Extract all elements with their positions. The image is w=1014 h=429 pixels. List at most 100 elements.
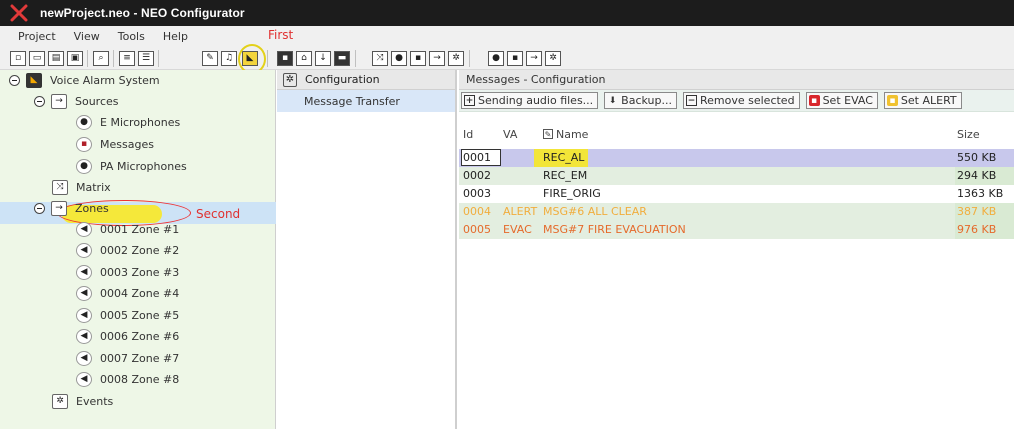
tree-node-zone[interactable]: ◀ 0002 Zone #2	[76, 240, 179, 260]
backup-button[interactable]: ⬇ Backup...	[604, 92, 677, 109]
tree-node-matrix[interactable]: ⤨ Matrix	[52, 177, 111, 197]
column-header-va[interactable]: VA	[503, 128, 517, 141]
table-row[interactable]: 0005 EVAC MSG#7 FIRE EVACUATION 976 KB	[459, 221, 1014, 239]
device-icon[interactable]: ⌂	[296, 51, 312, 66]
microphone-icon[interactable]: ↓	[315, 51, 331, 66]
table-row[interactable]: 0003 FIRE_ORIG 1363 KB	[459, 185, 1014, 203]
cell-id[interactable]: 0001	[461, 149, 501, 166]
tree-node-label: Messages	[100, 137, 154, 151]
message-icon[interactable]: ▪	[410, 51, 426, 66]
tree-node-events[interactable]: ✲ Events	[52, 391, 113, 411]
tree-node-voice-alarm-system[interactable]: ◣ Voice Alarm System	[9, 70, 160, 90]
amplifier-icon[interactable]: ▬	[334, 51, 350, 66]
tree-node-zones[interactable]: → Zones	[34, 198, 109, 218]
configuration-header: ✲ Configuration	[277, 70, 455, 90]
collapse-icon[interactable]	[34, 95, 45, 107]
toolbar-separator	[267, 50, 268, 67]
tree-node-label: PA Microphones	[100, 159, 187, 173]
cell-size: 387 KB	[957, 205, 997, 218]
cell-size: 550 KB	[957, 151, 997, 164]
tree-view-icon[interactable]: ≡	[119, 51, 135, 66]
microphone-icon[interactable]: ●	[391, 51, 407, 66]
tree-node-sources[interactable]: → Sources	[34, 91, 119, 111]
tree-node-zone[interactable]: ◀ 0005 Zone #5	[76, 305, 179, 325]
cell-va: EVAC	[503, 223, 532, 236]
events-icon[interactable]: ✲	[545, 51, 561, 66]
gear-icon: ✲	[283, 72, 297, 87]
tree-node-label: 0007 Zone #7	[100, 351, 180, 365]
alert-message-icon: ▪	[886, 95, 898, 106]
speaker-icon: ◀	[76, 307, 92, 323]
column-header-size[interactable]: Size	[957, 128, 980, 141]
configuration-panel: ✲ Configuration Message Transfer	[277, 70, 457, 429]
save-as-icon[interactable]: ▣	[67, 51, 83, 66]
search-icon[interactable]: ⌕	[93, 51, 109, 66]
menu-bar: Project View Tools Help	[0, 26, 1014, 46]
annotation-second: Second	[196, 207, 241, 221]
toolbar-separator	[87, 50, 88, 67]
zone-output-icon[interactable]: →	[429, 51, 445, 66]
messages-header: Messages - Configuration	[459, 70, 1014, 90]
pencil-icon[interactable]: ✎	[202, 51, 218, 66]
menu-tools[interactable]: Tools	[118, 30, 145, 43]
zone-output-icon[interactable]: →	[526, 51, 542, 66]
tree-node-zone[interactable]: ◀ 0001 Zone #1	[76, 219, 179, 239]
evac-message-icon: ▪	[808, 95, 820, 106]
table-row[interactable]: 0001 REC_AL 550 KB	[459, 149, 1014, 167]
message-icon[interactable]: ▪	[277, 51, 293, 66]
set-evac-button[interactable]: ▪ Set EVAC	[805, 92, 878, 109]
toolbar-separator	[469, 50, 470, 67]
events-icon[interactable]: ✲	[448, 51, 464, 66]
save-icon[interactable]: ▤	[48, 51, 64, 66]
minus-icon: −	[685, 95, 697, 106]
music-note-icon[interactable]: ♫	[221, 51, 237, 66]
cell-name[interactable]: REC_AL	[543, 151, 584, 164]
tree-node-e-microphones[interactable]: ● E Microphones	[76, 112, 180, 132]
menu-view[interactable]: View	[74, 30, 100, 43]
tree-node-zone[interactable]: ◀ 0008 Zone #8	[76, 369, 179, 389]
tree-node-zone[interactable]: ◀ 0007 Zone #7	[76, 348, 179, 368]
tree-node-messages[interactable]: ▪ Messages	[76, 134, 154, 154]
table-row[interactable]: 0004 ALERT MSG#6 ALL CLEAR 387 KB	[459, 203, 1014, 221]
menu-project[interactable]: Project	[18, 30, 56, 43]
microphone-icon[interactable]: ●	[488, 51, 504, 66]
messages-title: Messages - Configuration	[466, 73, 606, 86]
cell-size: 1363 KB	[957, 187, 1004, 200]
cell-size: 976 KB	[957, 223, 997, 236]
cell-id: 0005	[463, 223, 491, 236]
window-title: newProject.neo - NEO Configurator	[40, 6, 245, 20]
open-folder-icon[interactable]: ▭	[29, 51, 45, 66]
tree-node-label: 0004 Zone #4	[100, 286, 180, 300]
speaker-icon: ◀	[76, 264, 92, 280]
new-file-icon[interactable]: ▫	[10, 51, 26, 66]
list-view-icon[interactable]: ☰	[138, 51, 154, 66]
column-header-name[interactable]: ✎ Name	[543, 128, 588, 141]
sending-audio-files-button[interactable]: + Sending audio files...	[461, 92, 599, 109]
matrix-icon[interactable]: ⤨	[372, 51, 388, 66]
cell-name[interactable]: FIRE_ORIG	[543, 187, 601, 200]
tree-node-label: 0001 Zone #1	[100, 222, 180, 236]
collapse-icon[interactable]	[9, 74, 20, 86]
cell-name[interactable]: REC_EM	[543, 169, 587, 182]
microphone-icon: ●	[76, 114, 92, 130]
column-header-id[interactable]: Id	[463, 128, 473, 141]
cell-name[interactable]: MSG#6 ALL CLEAR	[543, 205, 647, 218]
tree-node-pa-microphones[interactable]: ● PA Microphones	[76, 156, 187, 176]
tree-node-zone[interactable]: ◀ 0003 Zone #3	[76, 262, 179, 282]
cell-name[interactable]: MSG#7 FIRE EVACUATION	[543, 223, 686, 236]
button-label: Sending audio files...	[478, 94, 594, 107]
tree-node-label: 0003 Zone #3	[100, 265, 180, 279]
menu-help[interactable]: Help	[163, 30, 188, 43]
speaker-icon: ◀	[76, 371, 92, 387]
table-row[interactable]: 0002 REC_EM 294 KB	[459, 167, 1014, 185]
message-transfer-item[interactable]: Message Transfer	[277, 90, 455, 112]
set-alert-button[interactable]: ▪ Set ALERT	[883, 92, 962, 109]
remove-selected-button[interactable]: − Remove selected	[682, 92, 800, 109]
tree-node-zone[interactable]: ◀ 0004 Zone #4	[76, 283, 179, 303]
tree-node-zone[interactable]: ◀ 0006 Zone #6	[76, 326, 179, 346]
message-icon[interactable]: ▪	[507, 51, 523, 66]
collapse-icon[interactable]	[34, 202, 45, 214]
tree-node-label: Voice Alarm System	[50, 73, 160, 87]
tree-node-label: 0005 Zone #5	[100, 308, 180, 322]
message-transfer-label: Message Transfer	[304, 94, 400, 108]
